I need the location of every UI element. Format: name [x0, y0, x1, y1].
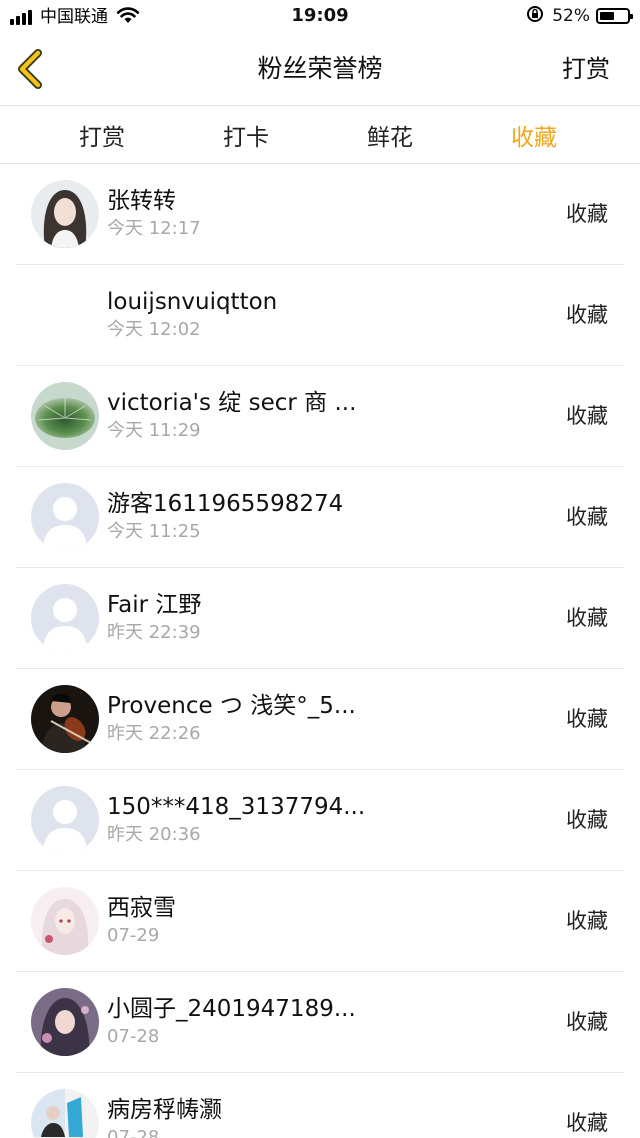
fan-time: 今天 11:29 — [107, 420, 201, 441]
action-label: 收藏 — [566, 1111, 608, 1135]
fan-row[interactable]: 张转转今天 12:17 收藏 — [16, 164, 624, 265]
tab-checkin[interactable]: 打卡 — [174, 106, 318, 164]
avatar[interactable] — [31, 685, 99, 753]
status-right: 52% — [526, 5, 633, 27]
tab-bar: 打赏 打卡 鲜花 收藏 — [0, 106, 640, 164]
fan-row[interactable]: 西寂雪 07-29 收藏 — [16, 871, 624, 972]
fan-name: 150***418_3137794... — [107, 794, 366, 820]
fan-row[interactable]: 游客1611965598274 今天 11:25 收藏 — [16, 467, 624, 568]
tab-reward[interactable]: 打赏 — [30, 106, 174, 164]
avatar[interactable] — [31, 786, 99, 854]
avatar[interactable] — [31, 1089, 99, 1138]
fan-time: 今天 12:17 — [107, 218, 201, 239]
avatar[interactable] — [31, 483, 99, 551]
battery-level — [600, 12, 614, 20]
action-label: 收藏 — [566, 808, 608, 832]
fan-name: 小圆子_2401947189... — [107, 996, 356, 1022]
action-label: 收藏 — [566, 909, 608, 933]
fan-name: 游客1611965598274 — [107, 491, 344, 517]
fan-time: 07-29 — [107, 925, 160, 946]
fan-time: 07-28 — [107, 1127, 160, 1138]
fan-row[interactable]: victoria's 绽 secr 商 ... 今天 11:29 收藏 — [16, 366, 624, 467]
fan-time: 今天 11:25 — [107, 521, 201, 542]
fan-name: Provence つ 浅笑°_5... — [107, 693, 356, 719]
fan-name: 西寂雪 — [107, 895, 176, 921]
fan-time: 昨天 22:26 — [107, 723, 201, 744]
fan-name: Fair 江野 — [107, 592, 202, 618]
action-label: 收藏 — [566, 303, 608, 327]
fan-name: louijsnvuiqtton — [107, 289, 278, 315]
action-label: 收藏 — [566, 1010, 608, 1034]
orientation-lock-icon — [526, 5, 544, 27]
fan-time: 昨天 22:39 — [107, 622, 201, 643]
avatar[interactable] — [31, 584, 99, 652]
status-bar: 中国联通 19:09 52% — [0, 0, 640, 34]
fan-row[interactable]: 病房稃帱灏 07-28 收藏 — [16, 1073, 624, 1138]
avatar[interactable] — [31, 180, 99, 248]
fan-name: 张转转 — [107, 188, 176, 214]
action-label: 收藏 — [566, 202, 608, 226]
reward-button[interactable]: 打赏 — [562, 54, 610, 84]
action-label: 收藏 — [566, 707, 608, 731]
battery-percent: 52% — [552, 6, 590, 26]
action-label: 收藏 — [566, 606, 608, 630]
action-label: 收藏 — [566, 404, 608, 428]
battery-icon — [596, 8, 633, 24]
tab-favorites[interactable]: 收藏 — [462, 106, 606, 164]
nav-bar: 粉丝荣誉榜 打赏 — [0, 34, 640, 106]
fan-row[interactable]: Fair 江野昨天 22:39 收藏 — [16, 568, 624, 669]
fan-row[interactable]: louijsnvuiqtton 今天 12:02 收藏 — [16, 265, 624, 366]
avatar[interactable] — [31, 382, 99, 450]
fan-list: 张转转 今天 12:17 收藏 louijsnvuiqtton 今天 12:02 收藏 vi… — [0, 164, 640, 1138]
tab-flowers[interactable]: 鲜花 — [318, 106, 462, 164]
page-title: 粉丝荣誉榜 — [257, 54, 383, 83]
fan-row[interactable]: 150***418_3137794... 昨天 20:36 收藏 — [16, 770, 624, 871]
fan-time: 昨天 20:36 — [107, 824, 201, 845]
fan-time: 07-28 — [107, 1026, 160, 1047]
fan-name: victoria's 绽 secr 商 ... — [107, 390, 357, 416]
avatar[interactable] — [31, 887, 99, 955]
action-label: 收藏 — [566, 505, 608, 529]
fan-row[interactable]: 小圆子_2401947189... 07-28 收藏 — [16, 972, 624, 1073]
avatar[interactable] — [31, 988, 99, 1056]
fan-time: 今天 12:02 — [107, 319, 201, 340]
fan-row[interactable]: Provence つ 浅笑°_5... 昨天 22:26 收藏 — [16, 669, 624, 770]
fan-name: 病房稃帱灏 — [107, 1097, 222, 1123]
